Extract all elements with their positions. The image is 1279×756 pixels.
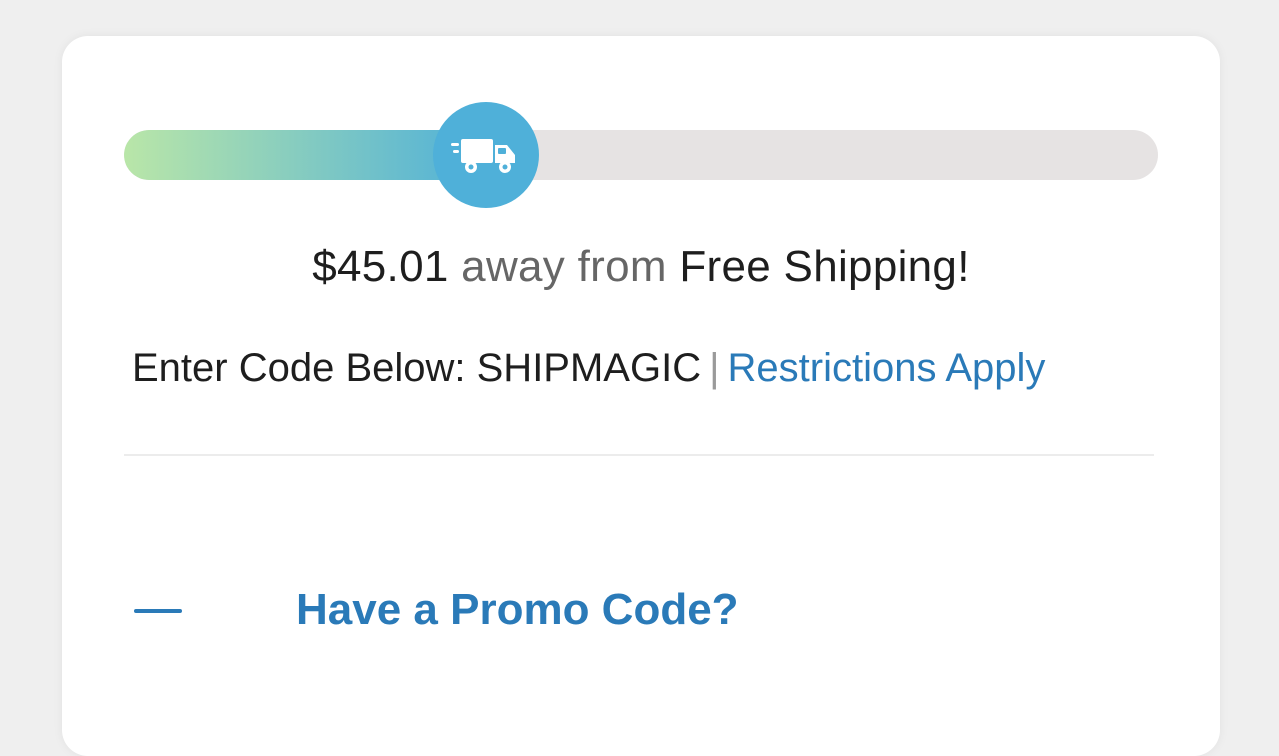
truck-icon — [451, 139, 515, 173]
truck-badge — [433, 102, 539, 208]
free-shipping-card: $45.01 away from Free Shipping! Enter Co… — [62, 36, 1220, 756]
promo-code-label: Have a Promo Code? — [296, 585, 739, 634]
promo-code-toggle[interactable]: Have a Promo Code? — [134, 576, 1034, 646]
away-from-text: away from — [461, 242, 667, 291]
restrictions-apply-link[interactable]: Restrictions Apply — [728, 346, 1046, 390]
free-shipping-message: $45.01 away from Free Shipping! — [62, 242, 1220, 292]
promo-code-instruction: Enter Code Below: SHIPMAGIC | Restrictions… — [132, 346, 1045, 391]
minus-icon — [134, 609, 182, 613]
amount-remaining: $45.01 — [312, 242, 449, 291]
separator: | — [709, 346, 720, 390]
free-shipping-goal: Free Shipping! — [679, 242, 970, 291]
code-prefix-text: Enter Code Below: SHIPMAGIC — [132, 346, 702, 390]
shipping-progress-fill — [124, 130, 486, 180]
divider — [124, 454, 1154, 456]
shipping-progress-track — [124, 130, 1158, 180]
